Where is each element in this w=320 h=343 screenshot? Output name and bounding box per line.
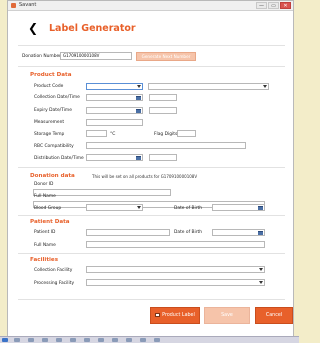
calendar-icon[interactable]	[136, 156, 141, 160]
collection-date-field[interactable]	[86, 94, 143, 101]
chevron-down-icon	[263, 85, 267, 88]
distribution-date-field[interactable]	[86, 154, 143, 161]
taskbar-app-icon[interactable]	[14, 338, 20, 342]
collection-time-field[interactable]	[149, 94, 177, 101]
facilities-heading: Facilities	[30, 257, 59, 263]
taskbar-app-icon[interactable]	[112, 338, 118, 342]
donation-number-field[interactable]: G170910000108V	[60, 52, 132, 60]
rbc-compatibility-field[interactable]	[86, 142, 246, 149]
product-code-select[interactable]	[86, 83, 143, 90]
measurement-label: Measurement	[34, 120, 65, 125]
print-product-label-button[interactable]: Product Label	[150, 307, 200, 324]
collection-facility-select[interactable]	[86, 266, 265, 273]
taskbar-app-icon[interactable]	[84, 338, 90, 342]
expiry-date-field[interactable]	[86, 107, 143, 114]
taskbar-app-icon[interactable]	[126, 338, 132, 342]
taskbar-app-icon[interactable]	[154, 338, 160, 342]
taskbar	[0, 336, 299, 343]
chevron-down-icon	[259, 281, 263, 284]
chevron-down-icon	[137, 206, 141, 209]
product-data-heading: Product Data	[30, 72, 72, 78]
donation-number-label: Donation Number	[22, 54, 61, 59]
blood-group-select[interactable]	[86, 204, 143, 211]
patient-full-name-field[interactable]	[86, 241, 265, 248]
print-product-label-text: Product Label	[162, 313, 195, 318]
page-header: ❮ Label Generator	[8, 19, 293, 39]
rbc-compatibility-label: RBC Compatibility	[34, 144, 74, 149]
expiry-datetime-label: Expiry Date/Time	[34, 108, 72, 113]
patient-id-field[interactable]	[86, 229, 170, 236]
taskbar-app-icon[interactable]	[42, 338, 48, 342]
divider	[18, 66, 285, 67]
window-controls: — ▭ ✕	[256, 2, 291, 9]
donation-data-note: This will be set on all products for G17…	[92, 174, 198, 179]
close-button[interactable]: ✕	[280, 2, 291, 9]
chevron-down-icon	[259, 268, 263, 271]
distribution-time-field[interactable]	[149, 154, 177, 161]
divider	[18, 215, 285, 216]
distribution-datetime-label: Distribution Date/Time	[34, 156, 84, 161]
taskbar-app-icon[interactable]	[28, 338, 34, 342]
calendar-icon[interactable]	[136, 109, 141, 113]
temp-unit-label: °C	[110, 132, 116, 137]
window-title: Savant	[19, 2, 37, 8]
donor-id-label: Donor ID	[34, 182, 54, 187]
patient-dob-label: Date of Birth	[174, 230, 203, 235]
patient-full-name-label: Full Name	[34, 243, 56, 248]
taskbar-app-icon[interactable]	[140, 338, 146, 342]
collection-facility-label: Collection Facility	[34, 268, 73, 273]
flag-digits-label: Flag Digits	[154, 132, 178, 137]
maximize-button[interactable]: ▭	[268, 2, 279, 9]
divider	[18, 45, 285, 46]
processing-facility-select[interactable]	[86, 279, 265, 286]
generate-next-number-button[interactable]: Generate Next Number	[136, 52, 196, 61]
divider	[18, 253, 285, 254]
chevron-down-icon	[137, 85, 141, 88]
expiry-time-field[interactable]	[149, 107, 177, 114]
product-description-select[interactable]	[148, 83, 269, 90]
start-icon[interactable]	[2, 338, 8, 342]
patient-id-label: Patient ID	[34, 230, 56, 235]
storage-temp-label: Storage Temp	[34, 132, 65, 137]
divider	[18, 299, 285, 300]
page-title: Label Generator	[49, 23, 136, 34]
printer-icon	[155, 312, 161, 317]
processing-facility-label: Processing Facility	[34, 281, 75, 286]
flag-digits-field[interactable]	[177, 130, 196, 137]
title-bar: Savant — ▭ ✕	[8, 1, 293, 11]
donor-dob-label: Date of Birth	[174, 206, 203, 211]
taskbar-app-icon[interactable]	[56, 338, 62, 342]
app-window: Savant — ▭ ✕ ❮ Label Generator Donation …	[7, 0, 294, 337]
donation-data-heading: Donation data	[30, 173, 75, 179]
donor-dob-field[interactable]	[212, 204, 265, 211]
calendar-icon[interactable]	[258, 231, 263, 235]
taskbar-app-icon[interactable]	[98, 338, 104, 342]
app-logo-icon	[11, 3, 16, 8]
calendar-icon[interactable]	[258, 206, 263, 210]
blood-group-label: Blood Group	[34, 206, 62, 211]
cancel-button[interactable]: Cancel	[255, 307, 293, 324]
measurement-field[interactable]	[86, 119, 143, 126]
storage-temp-field[interactable]	[86, 130, 107, 137]
patient-data-heading: Patient Data	[30, 219, 70, 225]
minimize-button[interactable]: —	[256, 2, 267, 9]
donor-full-name-label: Full Name	[34, 194, 56, 199]
save-button[interactable]: Save	[204, 307, 250, 324]
back-arrow-icon[interactable]: ❮	[28, 21, 38, 35]
taskbar-app-icon[interactable]	[70, 338, 76, 342]
calendar-icon[interactable]	[136, 96, 141, 100]
patient-dob-field[interactable]	[212, 229, 265, 236]
divider	[18, 167, 285, 168]
product-code-label: Product Code	[34, 84, 64, 89]
collection-datetime-label: Collection Date/Time	[34, 95, 80, 100]
